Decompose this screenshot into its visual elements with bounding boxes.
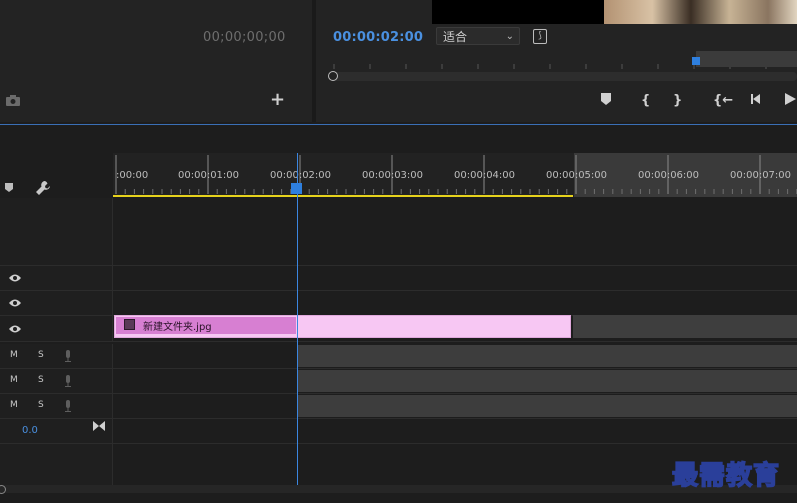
fit-dropdown-value: 适合 [443, 30, 468, 44]
track-v3 [0, 266, 797, 291]
go-to-in-icon[interactable]: {← [713, 93, 733, 108]
chevron-down-icon: ⌄ [505, 31, 514, 42]
fit-dropdown[interactable]: 适合 ⌄ [436, 27, 520, 45]
mute-button[interactable]: M [10, 375, 18, 385]
ruler-time-label: 00:00:05:00 [546, 170, 608, 181]
ruler-time-label: 00:00:02:00 [270, 170, 332, 181]
wrench-icon[interactable] [35, 180, 51, 196]
microphone-icon[interactable] [64, 400, 72, 412]
timeline-header [0, 153, 113, 198]
step-back-icon[interactable] [750, 93, 762, 105]
panel-focus-line [0, 124, 797, 125]
microphone-icon[interactable] [64, 375, 72, 387]
track-header-empty [0, 444, 113, 485]
solo-button[interactable]: S [38, 375, 44, 385]
audio-track-fill [298, 345, 797, 367]
mark-out-icon[interactable]: } [673, 93, 682, 108]
add-marker-icon[interactable] [601, 93, 611, 105]
program-scrub-track[interactable] [330, 72, 797, 81]
eye-icon[interactable] [9, 273, 21, 283]
source-timecode[interactable]: 00;00;00;00 [203, 30, 286, 45]
work-area-bar[interactable] [113, 195, 573, 197]
eye-icon[interactable] [9, 298, 21, 308]
scrub-start-handle[interactable] [328, 71, 338, 81]
track-header-a1: M S [0, 344, 113, 368]
track-v4-area [0, 198, 797, 266]
play-icon[interactable] [784, 93, 796, 105]
audio-track-fill [298, 395, 797, 417]
track-v1-empty-region [573, 315, 797, 338]
playhead-line[interactable] [297, 153, 298, 486]
track-header-v2 [0, 291, 113, 315]
track-a1: M S [0, 344, 797, 369]
master-volume-value[interactable]: 0.0 [22, 425, 38, 436]
track-header-v1 [0, 316, 113, 341]
track-header-a3: M S [0, 394, 113, 418]
fx-badge-icon [124, 319, 135, 330]
eye-icon[interactable] [9, 324, 21, 334]
mark-in-icon[interactable]: { [641, 93, 650, 108]
track-header-v3 [0, 266, 113, 290]
zoom-scroll-bar[interactable] [696, 51, 797, 67]
mute-button[interactable]: M [10, 400, 18, 410]
program-playhead-handle[interactable] [692, 57, 700, 65]
source-monitor [0, 0, 312, 122]
video-frame-image [604, 0, 797, 24]
solo-button[interactable]: S [38, 400, 44, 410]
mute-button[interactable]: M [10, 350, 18, 360]
ruler-time-label: 00:00:01:00 [178, 170, 240, 181]
watermark-logo: 最需教育 [671, 460, 781, 492]
playhead-handle[interactable] [291, 183, 302, 194]
track-header-a2: M S [0, 369, 113, 393]
program-timecode[interactable]: 00:00:02:00 [333, 30, 423, 45]
playback-settings-icon[interactable]: ⟆ [533, 29, 547, 44]
audio-track-fill [298, 370, 797, 392]
ruler-time-label: 00:00:03:00 [362, 170, 424, 181]
camera-icon[interactable] [6, 95, 20, 106]
ruler-time-label: 00:00:07:00 [730, 170, 792, 181]
ruler-time-label: 00:00:06:00 [638, 170, 700, 181]
marker-icon[interactable] [5, 183, 13, 192]
ruler-time-label: :00:00 [116, 170, 149, 181]
track-header [0, 198, 113, 265]
clip-name: 新建文件夹.jpg [143, 322, 212, 333]
microphone-icon[interactable] [64, 350, 72, 362]
track-master [0, 419, 797, 444]
add-button-icon[interactable]: + [270, 91, 285, 109]
track-a3: M S [0, 394, 797, 419]
ruler-time-label: 00:00:04:00 [454, 170, 516, 181]
track-a2: M S [0, 369, 797, 394]
bowtie-icon[interactable] [93, 421, 105, 431]
track-v2 [0, 291, 797, 316]
solo-button[interactable]: S [38, 350, 44, 360]
